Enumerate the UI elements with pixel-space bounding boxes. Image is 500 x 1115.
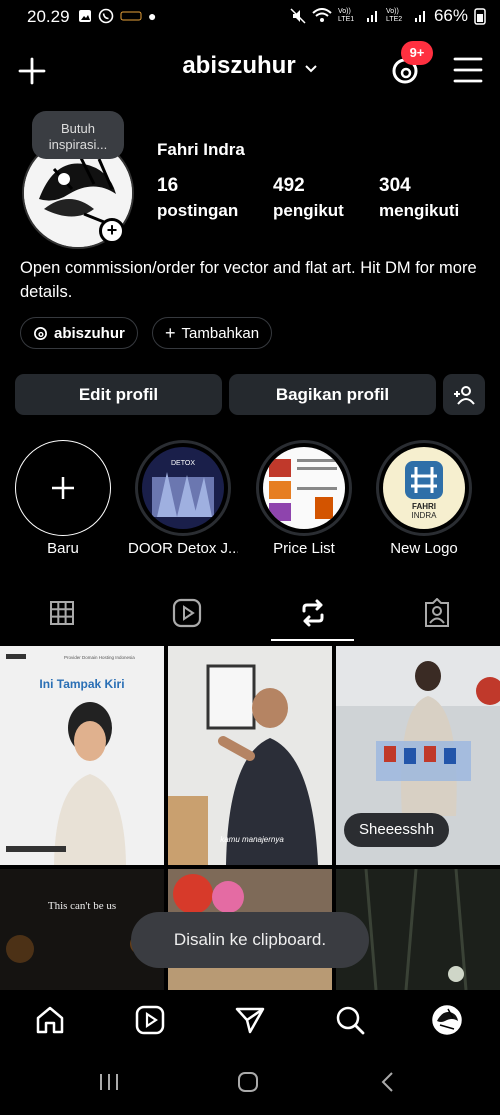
- edit-profile-button[interactable]: Edit profil: [15, 374, 222, 415]
- highlight-label: Price List: [273, 540, 335, 557]
- threads-handle: abiszuhur: [54, 324, 125, 342]
- nav-home[interactable]: [32, 1002, 68, 1038]
- whatsapp-icon: [98, 8, 114, 24]
- following-count: 304: [379, 175, 411, 196]
- highlight-detox-image: DETOX: [142, 447, 224, 529]
- threads-icon: [34, 326, 47, 340]
- tab-active-indicator: [271, 639, 354, 641]
- highlight-label: Baru: [47, 540, 79, 557]
- highlight-price-list[interactable]: [256, 440, 352, 536]
- post-text: This can't be us: [48, 900, 116, 912]
- detox-text: DETOX: [171, 460, 195, 467]
- plus-icon: [52, 477, 74, 499]
- dot-icon: ●: [148, 8, 157, 24]
- tab-reels[interactable]: [170, 596, 204, 630]
- status-right: Vo)) LTE1 Vo)) LTE2 66%: [290, 6, 486, 26]
- profile-name: Fahri Indra: [157, 140, 245, 159]
- post-thumbnail[interactable]: Provider Domain Hosting Indonesia Ini Ta…: [0, 646, 164, 865]
- add-link-pill[interactable]: + Tambahkan: [152, 317, 273, 349]
- profile-avatar-icon: [432, 1005, 462, 1035]
- post-header-text: Provider Domain Hosting Indonesia: [64, 655, 135, 660]
- tab-reposts[interactable]: [296, 596, 330, 630]
- post-caption-text: kamu manajernya: [220, 835, 284, 844]
- add-person-icon: [454, 385, 475, 405]
- status-time: 20.29: [27, 7, 70, 26]
- toast-message: Disalin ke clipboard.: [131, 912, 369, 968]
- mute-icon: [290, 8, 306, 24]
- discover-people-button[interactable]: [443, 374, 485, 415]
- highlight-new[interactable]: [15, 440, 111, 536]
- signal2-icon: [414, 11, 425, 22]
- followers-stat[interactable]: 492 pengikut: [273, 175, 344, 221]
- nav-direct[interactable]: [232, 1002, 268, 1038]
- back-icon[interactable]: [380, 1071, 396, 1093]
- share-profile-button[interactable]: Bagikan profil: [229, 374, 436, 415]
- hamburger-icon: [453, 57, 483, 83]
- notification-badge: 9+: [401, 41, 433, 65]
- recents-icon[interactable]: [98, 1072, 120, 1092]
- logo-bottom-text: INDRA: [412, 511, 438, 520]
- highlight-new-logo-image: FAHRI INDRA: [383, 447, 465, 529]
- highlight-detox[interactable]: DETOX: [135, 440, 231, 536]
- lte1-label: Vo)) LTE1: [337, 8, 355, 23]
- followers-label: pengikut: [273, 201, 344, 220]
- nav-search[interactable]: [332, 1002, 368, 1038]
- profile-bio: Open commission/order for vector and fla…: [20, 259, 477, 301]
- gallery-icon: [79, 10, 91, 22]
- repost-icon: [302, 599, 324, 627]
- home-button-icon[interactable]: [237, 1071, 259, 1093]
- send-icon: [235, 1007, 265, 1034]
- highlight-price-list-image: [263, 447, 345, 529]
- post-tag-pill[interactable]: Sheeesshh: [344, 813, 450, 847]
- battery-icon: [474, 8, 486, 25]
- logo-top-text: FAHRI: [412, 502, 436, 511]
- grid-icon: [50, 601, 74, 625]
- home-icon: [36, 1006, 64, 1034]
- following-label: mengikuti: [379, 201, 460, 220]
- reels-icon: [172, 598, 202, 628]
- add-link-label: Tambahkan: [181, 324, 260, 342]
- threads-link-pill[interactable]: abiszuhur: [20, 317, 138, 349]
- lte2-label: Vo)) LTE2: [385, 8, 403, 23]
- tab-tagged[interactable]: [420, 596, 454, 630]
- menu-button[interactable]: [453, 56, 483, 84]
- battery-text: 66%: [433, 6, 468, 25]
- wifi-icon: [312, 8, 332, 22]
- posts-count: 16: [157, 175, 179, 196]
- nav-reels[interactable]: [132, 1002, 168, 1038]
- highlight-label: New Logo: [390, 540, 458, 557]
- reels-icon: [135, 1005, 165, 1035]
- status-bar: 20.29 ● Vo)) LTE1 Vo)) LTE2 66%: [0, 0, 500, 34]
- notification-icons: ●: [78, 8, 156, 24]
- system-nav-bar: [0, 1056, 500, 1115]
- plus-icon: +: [165, 322, 176, 343]
- tagged-icon: [425, 598, 449, 627]
- note-bubble[interactable]: Butuh inspirasi...: [32, 111, 124, 159]
- username-title: abiszuhur: [182, 52, 296, 79]
- signal1-icon: [366, 11, 377, 22]
- highlight-label: DOOR Detox J...: [128, 540, 238, 557]
- following-stat[interactable]: 304 mengikuti: [379, 175, 459, 221]
- post-title-text: Ini Tampak Kiri: [39, 677, 124, 691]
- highlight-new-logo[interactable]: FAHRI INDRA: [376, 440, 472, 536]
- tab-grid[interactable]: [45, 596, 79, 630]
- followers-count: 492: [273, 175, 305, 196]
- post-thumbnail[interactable]: kamu manajernya: [168, 646, 332, 865]
- posts-stat[interactable]: 16 postingan: [157, 175, 238, 221]
- nav-profile[interactable]: [429, 1002, 465, 1038]
- app-icon: [120, 11, 142, 21]
- chevron-down-icon: [304, 53, 318, 81]
- add-story-badge[interactable]: +: [99, 218, 125, 244]
- posts-label: postingan: [157, 201, 239, 220]
- search-icon: [336, 1006, 365, 1035]
